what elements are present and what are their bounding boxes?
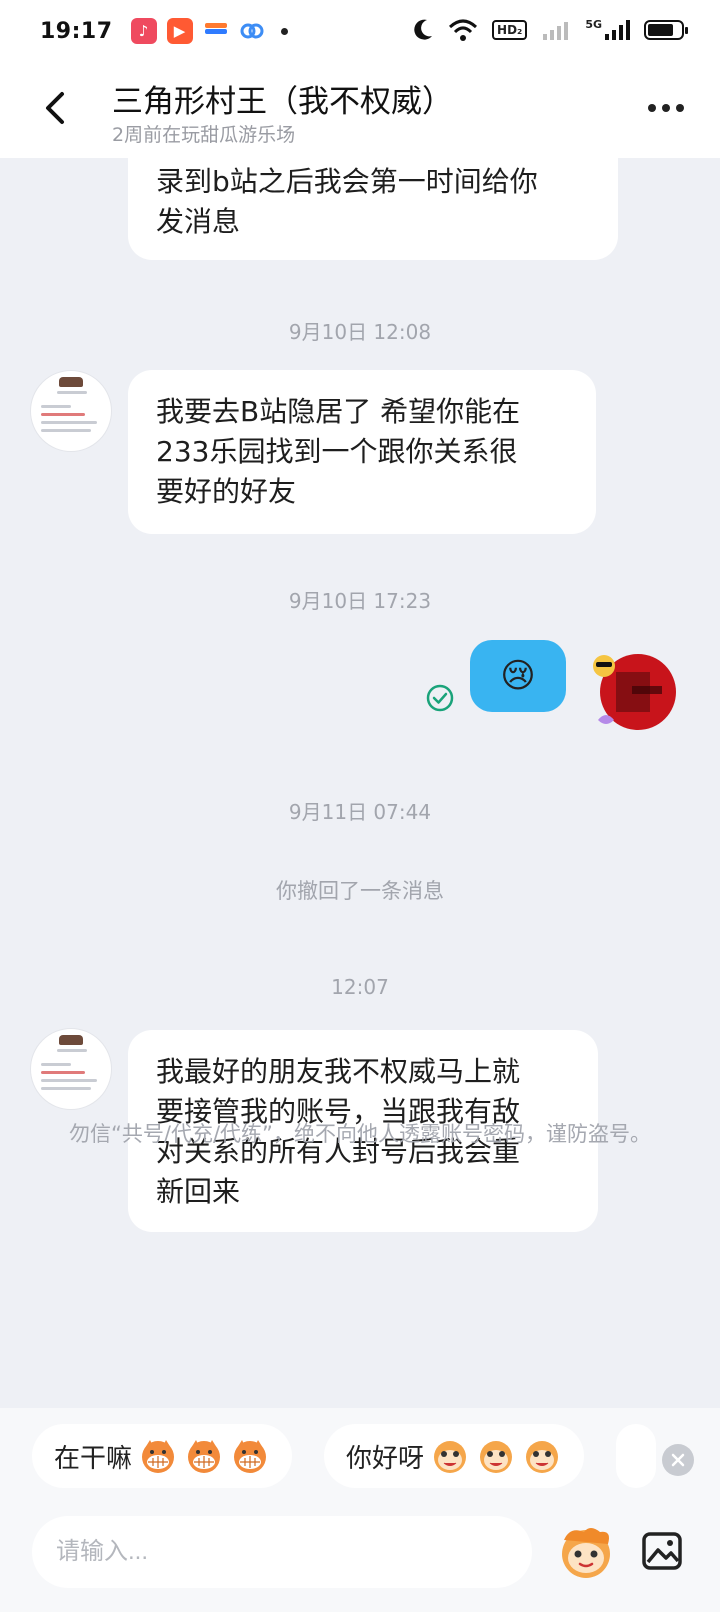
message-list[interactable]: 录到b站之后我会第一时间给你 发消息 9月10日 12:08 我要去B站隐居了 … xyxy=(0,158,720,1408)
battery-level xyxy=(648,24,673,36)
timestamp: 12:07 xyxy=(331,975,389,999)
quick-reply-label: 在干嘛 xyxy=(54,1443,133,1474)
battery-icon xyxy=(644,20,688,40)
recall-notice: 你撤回了一条消息 xyxy=(276,879,444,903)
read-check-icon xyxy=(426,684,454,712)
notification-icons: ♪ ▶ xyxy=(130,18,288,44)
message-text-line: 我要去B站隐居了 希望你能在 xyxy=(156,395,521,428)
message-text-line: 发消息 xyxy=(156,205,241,238)
emoji-sticker-icon[interactable] xyxy=(556,1522,616,1582)
contact-name[interactable]: 三角形村王（我不权威） xyxy=(112,76,453,121)
contact-avatar[interactable] xyxy=(30,1028,112,1110)
back-arrow-icon[interactable] xyxy=(38,88,74,128)
message-bubble-sent[interactable]: 😢 xyxy=(470,640,566,712)
quick-reply-chip-partial[interactable] xyxy=(616,1424,656,1488)
message-bubble-received[interactable]: 录到b站之后我会第一时间给你 发消息 xyxy=(128,158,618,260)
quick-reply-chip[interactable]: 在干嘛 xyxy=(32,1424,293,1488)
link-icon xyxy=(239,18,265,44)
video-play-icon: ▶ xyxy=(166,18,193,44)
quick-reply-bar: 在干嘛 你好呀 xyxy=(0,1408,720,1508)
my-avatar[interactable] xyxy=(592,650,678,736)
status-bar: 19:17 ♪ ▶ HD₂ 5G xyxy=(0,0,720,62)
close-quick-replies-icon[interactable] xyxy=(662,1444,694,1476)
grin-face-icon xyxy=(234,1440,267,1473)
contact-avatar[interactable] xyxy=(30,370,112,452)
smile-face-icon xyxy=(480,1441,513,1473)
moon-icon xyxy=(414,19,433,40)
wallet-icon xyxy=(203,18,229,44)
message-bubble-received[interactable]: 我要去B站隐居了 希望你能在 233乐园找到一个跟你关系很 要好的好友 xyxy=(128,370,596,534)
message-input[interactable] xyxy=(32,1516,532,1588)
timestamp: 9月10日 17:23 xyxy=(288,589,432,613)
more-notifications-dot xyxy=(280,27,288,35)
message-text-line: 我最好的朋友我不权威马上就 xyxy=(156,1055,521,1088)
system-icons: HD₂ 5G xyxy=(412,18,688,42)
status-time: 19:17 xyxy=(40,18,113,44)
input-bar xyxy=(0,1508,720,1612)
timestamp: 9月10日 12:08 xyxy=(288,320,432,344)
signal-5g-icon: 5G xyxy=(585,18,630,42)
crying-emoji: 😢 xyxy=(500,656,536,696)
quick-reply-label: 你好呀 xyxy=(346,1443,425,1474)
message-text-line: 要好的好友 xyxy=(156,475,297,508)
message-text-line: 录到b站之后我会第一时间给你 xyxy=(156,165,538,198)
quick-reply-chip[interactable]: 你好呀 xyxy=(324,1424,585,1488)
contact-status: 2周前在玩甜瓜游乐场 xyxy=(112,124,296,146)
timestamp: 9月11日 07:44 xyxy=(288,800,432,824)
chat-header: 三角形村王（我不权威） 2周前在玩甜瓜游乐场 xyxy=(0,62,720,158)
image-picker-icon[interactable] xyxy=(640,1528,686,1574)
security-notice: 勿信“共号/代充/代练”，绝不向他人透露账号密码，谨防盗号。 xyxy=(69,1122,651,1146)
grin-face-icon xyxy=(142,1440,175,1473)
smile-face-icon xyxy=(434,1441,467,1473)
hd-badge: HD₂ xyxy=(492,20,528,40)
grin-face-icon xyxy=(188,1440,221,1473)
signal-icon xyxy=(543,22,569,40)
message-text-line: 233乐园找到一个跟你关系很 xyxy=(156,435,518,468)
message-text-line: 新回来 xyxy=(156,1175,241,1208)
smile-face-icon xyxy=(526,1441,559,1473)
wifi-icon xyxy=(449,19,478,41)
music-icon: ♪ xyxy=(130,18,157,44)
more-options-icon[interactable] xyxy=(648,104,684,112)
